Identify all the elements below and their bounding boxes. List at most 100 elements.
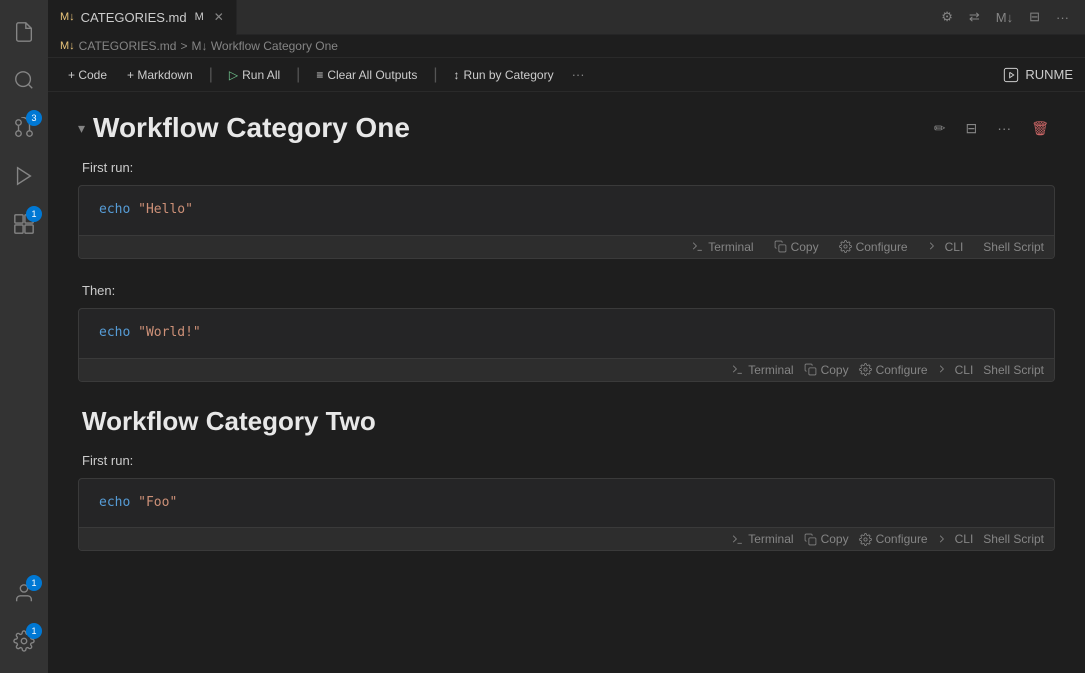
section-one-title: Workflow Category One bbox=[93, 112, 410, 144]
cell-action-buttons: ✏ ⊟ ··· 🗑 bbox=[928, 117, 1055, 140]
account-badge: 1 bbox=[26, 575, 42, 591]
copy-icon-3 bbox=[804, 533, 817, 546]
copy-btn-2[interactable]: Copy bbox=[804, 363, 849, 377]
section-one-header: ▾ Workflow Category One ✏ ⊟ ··· 🗑 bbox=[78, 112, 1055, 144]
section-two-title: Workflow Category Two bbox=[78, 406, 1055, 437]
code-cell-3-toolbar: Terminal Copy Configure bbox=[79, 527, 1054, 550]
shell-script-label-3: Shell Script bbox=[983, 532, 1044, 546]
run-by-category-label: Run by Category bbox=[464, 68, 554, 82]
collapse-arrow-icon[interactable]: ▾ bbox=[78, 120, 85, 137]
terminal-btn-3[interactable]: Terminal bbox=[731, 532, 793, 546]
copy-btn-3[interactable]: Copy bbox=[804, 532, 849, 546]
settings-badge: 1 bbox=[26, 623, 42, 639]
code-keyword-1: echo bbox=[99, 202, 130, 217]
search-icon[interactable] bbox=[0, 56, 48, 104]
source-control-icon[interactable]: 3 bbox=[0, 104, 48, 152]
breadcrumb-section[interactable]: M↓ Workflow Category One bbox=[191, 39, 338, 53]
cli-btn-1[interactable]: CLI bbox=[928, 240, 964, 254]
notebook-toolbar: + Code + Markdown | ▷ Run All | ≡ Clear … bbox=[48, 58, 1085, 92]
code-cell-3-content[interactable]: echo "Foo" bbox=[79, 479, 1054, 528]
code-cell-2: echo "World!" Terminal Copy bbox=[78, 308, 1055, 382]
toolbar-separator-3: | bbox=[433, 66, 437, 84]
explorer-icon[interactable] bbox=[0, 8, 48, 56]
more-actions-icon[interactable]: ··· bbox=[1052, 8, 1073, 27]
split-editor-icon[interactable]: ⇄ bbox=[965, 7, 984, 27]
terminal-btn-1[interactable]: Terminal bbox=[691, 240, 753, 254]
configure-icon-3 bbox=[859, 533, 872, 546]
configure-icon-1 bbox=[839, 240, 852, 253]
delete-cell-button[interactable]: 🗑 bbox=[1025, 117, 1055, 140]
runme-badge: RUNME bbox=[1003, 67, 1073, 83]
toolbar-separator-2: | bbox=[296, 66, 300, 84]
run-by-category-icon: ↕ bbox=[454, 68, 460, 82]
add-code-label: + Code bbox=[68, 68, 107, 82]
extensions-icon[interactable]: 1 bbox=[0, 200, 48, 248]
code-string-2: "World!" bbox=[138, 325, 201, 340]
activity-bar: 3 1 1 1 bbox=[0, 0, 48, 673]
settings-icon[interactable]: 1 bbox=[0, 617, 48, 665]
edit-cell-button[interactable]: ✏ bbox=[928, 117, 952, 140]
breadcrumb: M↓ CATEGORIES.md > M↓ Workflow Category … bbox=[48, 35, 1085, 58]
cell-1-label: First run: bbox=[78, 160, 1055, 175]
settings-gear-icon[interactable]: ⚙ bbox=[937, 7, 957, 27]
file-tab[interactable]: M↓ CATEGORIES.md M ✕ bbox=[48, 0, 237, 35]
run-by-category-button[interactable]: ↕ Run by Category bbox=[446, 65, 562, 85]
clear-all-outputs-button[interactable]: ≡ Clear All Outputs bbox=[308, 65, 425, 85]
tab-filename: CATEGORIES.md bbox=[81, 10, 187, 25]
breadcrumb-file[interactable]: CATEGORIES.md bbox=[79, 39, 177, 53]
cli-btn-2[interactable]: CLI bbox=[938, 363, 974, 377]
layout-icon[interactable]: ⊟ bbox=[1025, 7, 1044, 27]
runme-label: RUNME bbox=[1025, 67, 1073, 82]
add-markdown-label: + Markdown bbox=[127, 68, 193, 82]
run-all-button[interactable]: ▷ Run All bbox=[221, 65, 288, 85]
top-right-icons: ⚙ ⇄ M↓ ⊟ ··· bbox=[937, 7, 1085, 27]
configure-btn-3[interactable]: Configure bbox=[859, 532, 928, 546]
terminal-btn-2[interactable]: Terminal bbox=[731, 363, 793, 377]
tab-close-icon[interactable]: ✕ bbox=[214, 10, 224, 24]
tab-bar: M↓ CATEGORIES.md M ✕ ⚙ ⇄ M↓ ⊟ ··· bbox=[48, 0, 1085, 35]
tab-file-icon: M↓ bbox=[60, 11, 75, 23]
code-cell-1-content[interactable]: echo "Hello" bbox=[79, 186, 1054, 235]
more-cell-button[interactable]: ··· bbox=[991, 117, 1017, 140]
terminal-icon-3 bbox=[731, 533, 744, 546]
copy-icon-2 bbox=[804, 363, 817, 376]
markdown-icon[interactable]: M↓ bbox=[992, 8, 1017, 27]
cell-2-label: Then: bbox=[78, 283, 1055, 298]
cli-icon-3 bbox=[938, 533, 951, 546]
cli-icon-2 bbox=[938, 363, 951, 376]
editor-area: M↓ CATEGORIES.md M ✕ ⚙ ⇄ M↓ ⊟ ··· M↓ CAT… bbox=[48, 0, 1085, 673]
run-all-icon: ▷ bbox=[229, 68, 238, 82]
code-keyword-3: echo bbox=[99, 495, 130, 510]
cell-3-label: First run: bbox=[78, 453, 1055, 468]
run-icon[interactable] bbox=[0, 152, 48, 200]
code-keyword-2: echo bbox=[99, 325, 130, 340]
code-cell-3: echo "Foo" Terminal Copy bbox=[78, 478, 1055, 552]
code-cell-1: echo "Hello" Terminal Copy bbox=[78, 185, 1055, 259]
code-cell-2-toolbar: Terminal Copy Configure bbox=[79, 358, 1054, 381]
source-control-badge: 3 bbox=[26, 110, 42, 126]
toolbar-more-button[interactable]: ··· bbox=[566, 64, 591, 85]
terminal-icon-2 bbox=[731, 363, 744, 376]
runme-icon bbox=[1003, 67, 1019, 83]
cli-btn-3[interactable]: CLI bbox=[938, 532, 974, 546]
configure-btn-1[interactable]: Configure bbox=[839, 240, 908, 254]
extensions-badge: 1 bbox=[26, 206, 42, 222]
configure-btn-2[interactable]: Configure bbox=[859, 363, 928, 377]
add-markdown-button[interactable]: + Markdown bbox=[119, 65, 201, 85]
account-icon[interactable]: 1 bbox=[0, 569, 48, 617]
add-code-button[interactable]: + Code bbox=[60, 65, 115, 85]
shell-script-label-2: Shell Script bbox=[983, 363, 1044, 377]
copy-btn-1[interactable]: Copy bbox=[774, 240, 819, 254]
breadcrumb-file-icon: M↓ bbox=[60, 40, 75, 52]
code-cell-2-content[interactable]: echo "World!" bbox=[79, 309, 1054, 358]
clear-outputs-label: Clear All Outputs bbox=[327, 68, 417, 82]
notebook-content: ▾ Workflow Category One ✏ ⊟ ··· 🗑 First … bbox=[48, 92, 1085, 673]
code-string-1: "Hello" bbox=[138, 202, 193, 217]
tab-modified-indicator: M bbox=[195, 11, 204, 23]
split-cell-button[interactable]: ⊟ bbox=[959, 117, 983, 140]
breadcrumb-separator: > bbox=[180, 39, 187, 53]
code-cell-1-toolbar: Terminal Copy Configure bbox=[79, 235, 1054, 258]
cli-icon-1 bbox=[928, 240, 941, 253]
run-all-label: Run All bbox=[242, 68, 280, 82]
terminal-icon-1 bbox=[691, 240, 704, 253]
